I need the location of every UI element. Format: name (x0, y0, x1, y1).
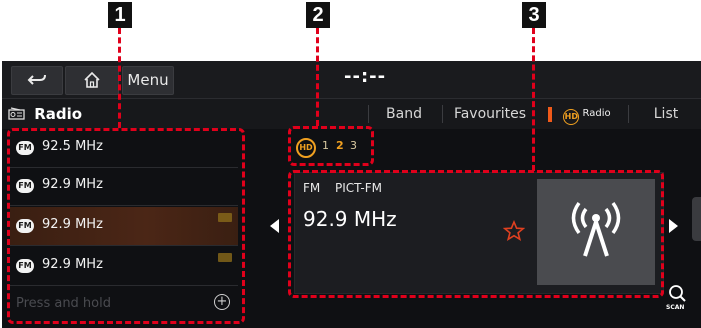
highlight-box-hd-indicator (288, 126, 374, 166)
page-title-text: Radio (34, 105, 83, 123)
tab-hd-radio[interactable]: HD Radio (556, 99, 618, 129)
next-station-button[interactable] (669, 219, 678, 233)
tab-bar: Radio Band Favourites HD Radio List (2, 99, 701, 129)
prev-station-button[interactable] (270, 219, 279, 233)
top-bar: Menu --:-- (2, 61, 701, 99)
callout-3: 3 (522, 2, 546, 28)
back-button[interactable] (11, 66, 63, 95)
scan-label: SCAN (666, 304, 685, 311)
tab-separator (368, 105, 369, 123)
home-button[interactable] (65, 66, 119, 95)
leader-line-1 (118, 28, 121, 128)
tab-separator (442, 105, 443, 123)
hd-logo-icon: HD (563, 109, 580, 125)
leader-line-2 (316, 28, 319, 126)
page-title: Radio (8, 105, 82, 123)
tab-band[interactable]: Band (372, 99, 436, 129)
hd-radio-label: Radio (582, 108, 611, 119)
tab-active-marker (548, 107, 552, 122)
highlight-box-now-playing (288, 170, 664, 298)
home-icon (84, 71, 100, 88)
tab-list[interactable]: List (640, 99, 692, 129)
radio-icon (8, 107, 25, 120)
side-panel-handle[interactable] (692, 197, 701, 241)
highlight-box-station-list (7, 128, 245, 324)
scan-button[interactable]: SCAN (662, 283, 692, 317)
leader-line-3 (532, 28, 535, 171)
back-arrow-icon (27, 74, 46, 85)
tab-favourites[interactable]: Favourites (448, 99, 532, 129)
callout-2: 2 (306, 2, 330, 28)
menu-button[interactable]: Menu (122, 66, 174, 95)
callout-1: 1 (108, 2, 132, 28)
scan-icon (669, 285, 686, 302)
clock: --:-- (344, 66, 387, 87)
tab-separator (628, 105, 629, 123)
